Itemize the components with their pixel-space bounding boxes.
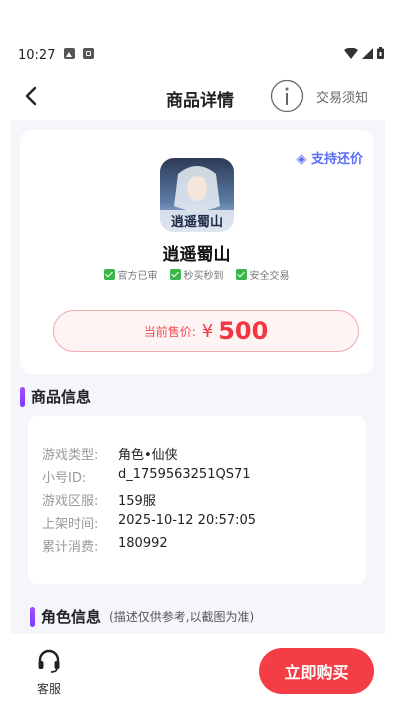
price-box: 当前售价: ¥ 500 [53,310,359,352]
system-icons [344,47,384,59]
nav-bar: 商品详情 交易须知 [0,72,400,120]
section-accent-bar [30,606,35,627]
info-row-listed-time: 上架时间: 2025-10-12 20:57:05 [42,513,256,532]
badge-label: 官方已审 [117,271,158,282]
notification-icons [64,48,94,59]
section-accent-bar [20,386,25,407]
badge-list: 官方已审 秒买秒到 安全交易 [20,267,373,282]
badge-label: 安全交易 [249,271,290,282]
check-icon [235,269,247,280]
main-content: ◈ 支持还价 逍遥蜀山 逍遥蜀山 官方已审 秒买秒到 安全交易 当前售价: ¥ … [10,120,385,634]
trade-notice-link[interactable]: 交易须知 [316,87,368,106]
price-label: 当前售价: [143,324,196,339]
info-button[interactable] [270,79,304,113]
info-row-total-spend: 累计消费: 180992 [42,536,168,555]
section-note: (描述仅供参考,以截图为准) [109,610,255,624]
info-label: 游戏区服: [42,494,99,509]
info-value: 2025-10-12 20:57:05 [118,513,257,528]
buy-now-button[interactable]: 立即购买 [259,648,374,694]
status-time: 10:27 [18,48,56,63]
section-title: 角色信息 [41,608,102,626]
info-row-server: 游戏区服: 159服 [42,490,156,509]
bottom-action-bar: 客服 立即购买 [0,634,400,712]
badge-instant: 秒买秒到 [169,267,224,282]
product-info-card: 游戏类型: 角色•仙侠 小号ID: d_1759563251QS71 游戏区服:… [28,416,366,584]
check-icon [103,269,115,280]
info-row-account-id: 小号ID: d_1759563251QS71 [42,467,251,486]
game-name: 逍遥蜀山 [162,245,231,265]
headset-icon [38,649,60,673]
info-label: 小号ID: [42,471,87,486]
store-notification-icon [83,48,94,59]
info-label: 累计消费: [42,540,99,555]
info-value: 180992 [118,536,168,551]
product-card: ◈ 支持还价 逍遥蜀山 逍遥蜀山 官方已审 秒买秒到 安全交易 当前售价: ¥ … [20,130,373,374]
image-notification-icon [64,48,75,59]
info-label: 上架时间: [42,517,99,532]
price-value: 500 [218,317,269,345]
badge-official: 官方已审 [103,267,158,282]
status-bar: 10:27 [0,0,400,72]
game-icon: 逍遥蜀山 [160,158,234,232]
customer-service-label: 客服 [36,682,61,696]
customer-service-button[interactable]: 客服 [30,648,68,697]
info-value: d_1759563251QS71 [118,467,251,482]
badge-label: 秒买秒到 [183,271,224,282]
badge-safe: 安全交易 [235,267,290,282]
signal-icon [362,47,373,59]
role-info-header: 角色信息 (描述仅供参考,以截图为准) [30,606,254,627]
section-title: 商品信息 [31,388,92,406]
product-info-header: 商品信息 [20,386,91,407]
info-icon [270,79,304,113]
info-label: 游戏类型: [42,448,99,463]
price-currency: ¥ [201,320,214,342]
info-row-game-type: 游戏类型: 角色•仙侠 [42,444,178,463]
game-icon-text: 逍遥蜀山 [171,214,223,230]
check-icon [169,269,181,280]
info-value: 159服 [118,494,156,509]
bargain-support-tag[interactable]: ◈ 支持还价 [296,148,363,167]
battery-icon [377,47,384,59]
info-value: 角色•仙侠 [118,448,178,463]
wifi-icon [344,47,358,59]
